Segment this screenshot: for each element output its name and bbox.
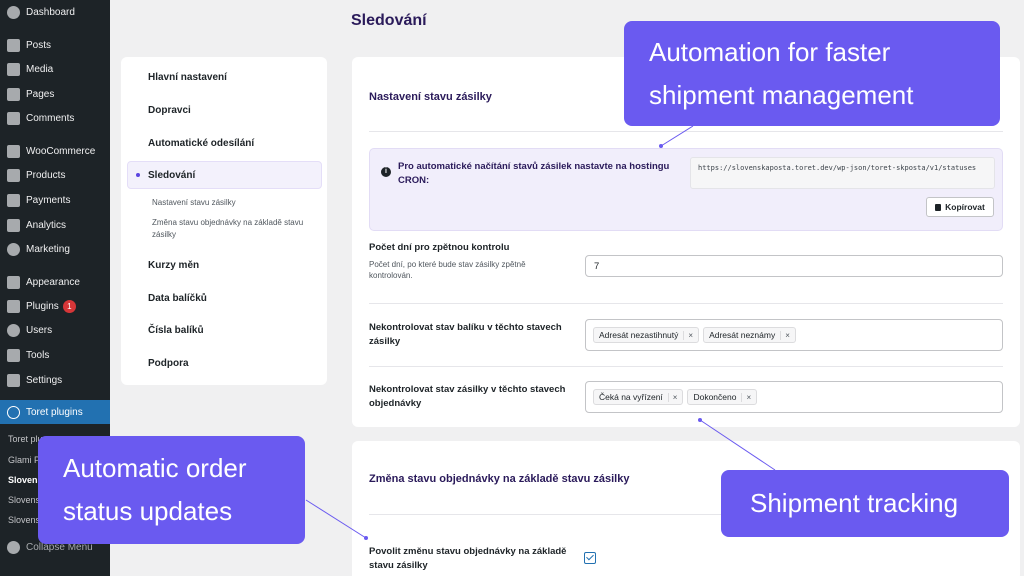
menu-dashboard[interactable]: Dashboard [0,0,110,24]
remove-tag-icon[interactable]: × [780,330,790,340]
order-status-label: Nekontrolovat stav zásilky v těchto stav… [369,384,566,409]
menu-comments[interactable]: Comments [0,106,110,130]
cron-url-field[interactable]: https://slovenskaposta.toret.dev/wp-json… [690,157,995,189]
remove-tag-icon[interactable]: × [683,330,693,340]
wrench-icon [7,348,20,362]
pin-icon [7,38,20,52]
plugins-update-badge: 1 [62,299,76,313]
parcel-status-label: Nekontrolovat stav balíku v těchto stave… [369,322,562,347]
callout-order-status: Automatic order status updates [38,436,305,544]
menu-plugins[interactable]: Plugins 1 [0,294,110,318]
nav-item-tracking[interactable]: Sledování [148,170,195,181]
remove-tag-icon[interactable]: × [667,392,677,402]
days-input-value: 7 [594,261,600,272]
cron-info-box: i Pro automatické načítání stavů zásilek… [369,148,1003,231]
menu-toret-plugins[interactable]: Toret plugins [0,400,110,424]
settings-icon [7,373,20,387]
nav-subitem-shipment-status[interactable]: Nastavení stavu zásilky [152,197,312,209]
enable-status-change-label: Povolit změnu stavu objednávky na základ… [369,546,567,571]
settings-nav: Hlavní nastavení Dopravci Automatické od… [121,57,327,385]
nav-item-support[interactable]: Podpora [148,358,189,369]
days-input[interactable]: 7 [585,255,1003,277]
parcel-status-select[interactable]: Adresát nezastihnutý × Adresát neznámy × [585,319,1003,351]
cron-info-text: Pro automatické načítání stavů zásilek n… [398,161,670,186]
nav-item-package-data[interactable]: Data balíčků [148,293,207,304]
menu-payments[interactable]: Payments [0,188,110,212]
bar-chart-icon [7,218,20,232]
comment-icon [7,111,20,125]
days-description: Počet dní, po které bude stav zásilky zp… [369,260,526,280]
callout-tracking: Shipment tracking [721,470,1009,537]
page-icon [7,87,20,101]
status-tag: Dokončeno × [687,389,758,405]
nav-item-carriers[interactable]: Dopravci [148,105,191,116]
card-icon [7,193,20,207]
media-icon [7,62,20,76]
copy-button[interactable]: Kopírovat [926,197,994,217]
remove-tag-icon[interactable]: × [741,392,751,402]
order-status-select[interactable]: Čeká na vyřízení × Dokončeno × [585,381,1003,413]
menu-users[interactable]: Users [0,318,110,342]
callout-automation: Automation for faster shipment managemen… [624,21,1000,126]
dashboard-icon [7,5,20,19]
menu-marketing[interactable]: Marketing [0,237,110,261]
collapse-icon [7,540,20,554]
menu-settings[interactable]: Settings [0,368,110,392]
active-dot-icon [136,173,140,177]
woo-icon [7,144,20,158]
menu-pages[interactable]: Pages [0,82,110,106]
section-title: Změna stavu objednávky na základě stavu … [369,473,630,485]
section-title: Nastavení stavu zásilky [369,91,492,103]
menu-tools[interactable]: Tools [0,343,110,367]
divider [369,131,1003,132]
plug-icon [7,299,20,313]
nav-subitem-order-status[interactable]: Změna stavu objednávky na základě stavu … [152,217,312,241]
user-icon [7,323,20,337]
nav-item-general[interactable]: Hlavní nastavení [148,72,227,83]
box-icon [7,168,20,182]
nav-item-exchange-rates[interactable]: Kurzy měn [148,260,199,271]
megaphone-icon [7,242,20,256]
status-tag: Adresát nezastihnutý × [593,327,700,343]
page-title: Sledování [351,12,427,29]
status-tag: Adresát neznámy × [703,327,796,343]
menu-woocommerce[interactable]: WooCommerce [0,139,110,163]
menu-appearance[interactable]: Appearance [0,270,110,294]
menu-analytics[interactable]: Analytics [0,213,110,237]
divider [369,303,1003,304]
info-icon: i [381,167,391,177]
toret-icon [7,405,20,419]
nav-item-package-numbers[interactable]: Čísla balíků [148,325,204,336]
enable-status-change-checkbox[interactable] [584,552,596,564]
menu-posts[interactable]: Posts [0,33,110,57]
copy-icon [935,203,942,211]
nav-item-auto-send[interactable]: Automatické odesílání [148,138,254,149]
menu-media[interactable]: Media [0,57,110,81]
divider [369,366,1003,367]
brush-icon [7,275,20,289]
menu-products[interactable]: Products [0,163,110,187]
days-label: Počet dní pro zpětnou kontrolu [369,242,510,253]
status-tag: Čeká na vyřízení × [593,389,684,405]
